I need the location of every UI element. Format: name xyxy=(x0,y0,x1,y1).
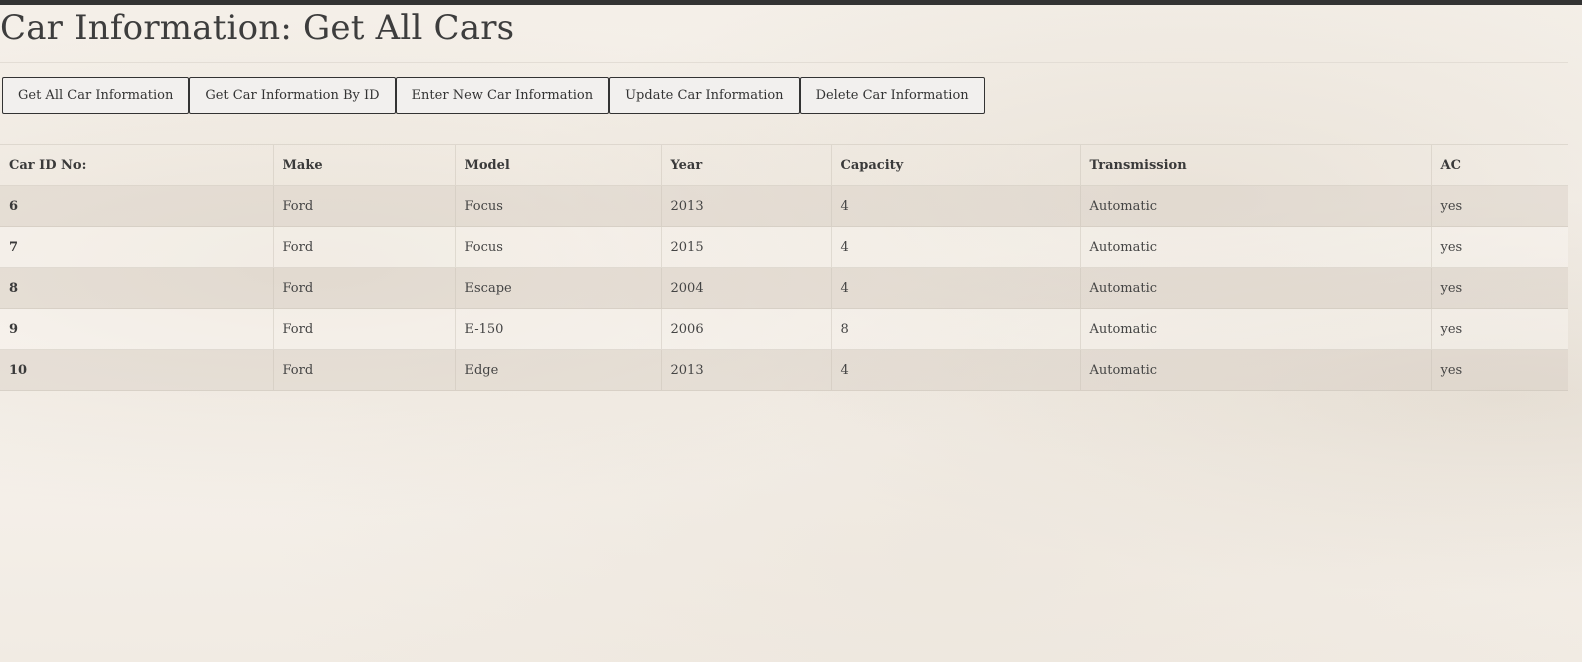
table-header-row: Car ID No: Make Model Year Capacity Tran… xyxy=(0,144,1568,186)
cell-year: 2013 xyxy=(660,185,831,227)
enter-new-car-button[interactable]: Enter New Car Information xyxy=(395,77,610,114)
column-header-transmission: Transmission xyxy=(1079,144,1431,186)
cell-capacity: 8 xyxy=(830,308,1080,350)
cell-ac: yes xyxy=(1430,226,1568,268)
cell-model: Focus xyxy=(454,226,661,268)
column-header-car-id: Car ID No: xyxy=(0,144,273,186)
cars-table: Car ID No: Make Model Year Capacity Tran… xyxy=(0,144,1568,391)
top-bar xyxy=(0,0,1582,5)
cell-transmission: Automatic xyxy=(1079,267,1431,309)
cell-model: Escape xyxy=(454,267,661,309)
cell-year: 2006 xyxy=(660,308,831,350)
cell-ac: yes xyxy=(1430,349,1568,391)
cell-make: Ford xyxy=(272,267,455,309)
cell-capacity: 4 xyxy=(830,185,1080,227)
cell-capacity: 4 xyxy=(830,349,1080,391)
table-row: 8 Ford Escape 2004 4 Automatic yes xyxy=(0,267,1568,309)
cell-transmission: Automatic xyxy=(1079,185,1431,227)
cell-ac: yes xyxy=(1430,185,1568,227)
cell-make: Ford xyxy=(272,185,455,227)
cell-transmission: Automatic xyxy=(1079,349,1431,391)
title-divider xyxy=(0,62,1568,63)
table-row: 10 Ford Edge 2013 4 Automatic yes xyxy=(0,349,1568,391)
column-header-make: Make xyxy=(272,144,455,186)
column-header-model: Model xyxy=(454,144,661,186)
column-header-capacity: Capacity xyxy=(830,144,1080,186)
cell-year: 2004 xyxy=(660,267,831,309)
cell-capacity: 4 xyxy=(830,267,1080,309)
cell-year: 2015 xyxy=(660,226,831,268)
cell-car-id: 6 xyxy=(0,185,273,227)
cell-make: Ford xyxy=(272,349,455,391)
cell-ac: yes xyxy=(1430,308,1568,350)
cars-table-container: Car ID No: Make Model Year Capacity Tran… xyxy=(0,144,1568,391)
update-car-button[interactable]: Update Car Information xyxy=(609,77,800,114)
cell-model: E-150 xyxy=(454,308,661,350)
cell-capacity: 4 xyxy=(830,226,1080,268)
delete-car-button[interactable]: Delete Car Information xyxy=(799,77,985,114)
cell-transmission: Automatic xyxy=(1079,308,1431,350)
get-car-by-id-button[interactable]: Get Car Information By ID xyxy=(189,77,396,114)
cell-car-id: 10 xyxy=(0,349,273,391)
cell-ac: yes xyxy=(1430,267,1568,309)
cell-car-id: 9 xyxy=(0,308,273,350)
table-row: 6 Ford Focus 2013 4 Automatic yes xyxy=(0,185,1568,227)
cell-make: Ford xyxy=(272,226,455,268)
cell-model: Focus xyxy=(454,185,661,227)
action-button-row: Get All Car Information Get Car Informat… xyxy=(2,77,985,114)
get-all-cars-button[interactable]: Get All Car Information xyxy=(2,77,190,114)
cell-model: Edge xyxy=(454,349,661,391)
cell-car-id: 8 xyxy=(0,267,273,309)
column-header-ac: AC xyxy=(1430,144,1568,186)
table-row: 9 Ford E-150 2006 8 Automatic yes xyxy=(0,308,1568,350)
cell-transmission: Automatic xyxy=(1079,226,1431,268)
column-header-year: Year xyxy=(660,144,831,186)
cell-car-id: 7 xyxy=(0,226,273,268)
table-row: 7 Ford Focus 2015 4 Automatic yes xyxy=(0,226,1568,268)
page-title: Car Information: Get All Cars xyxy=(0,8,515,48)
cell-year: 2013 xyxy=(660,349,831,391)
cell-make: Ford xyxy=(272,308,455,350)
